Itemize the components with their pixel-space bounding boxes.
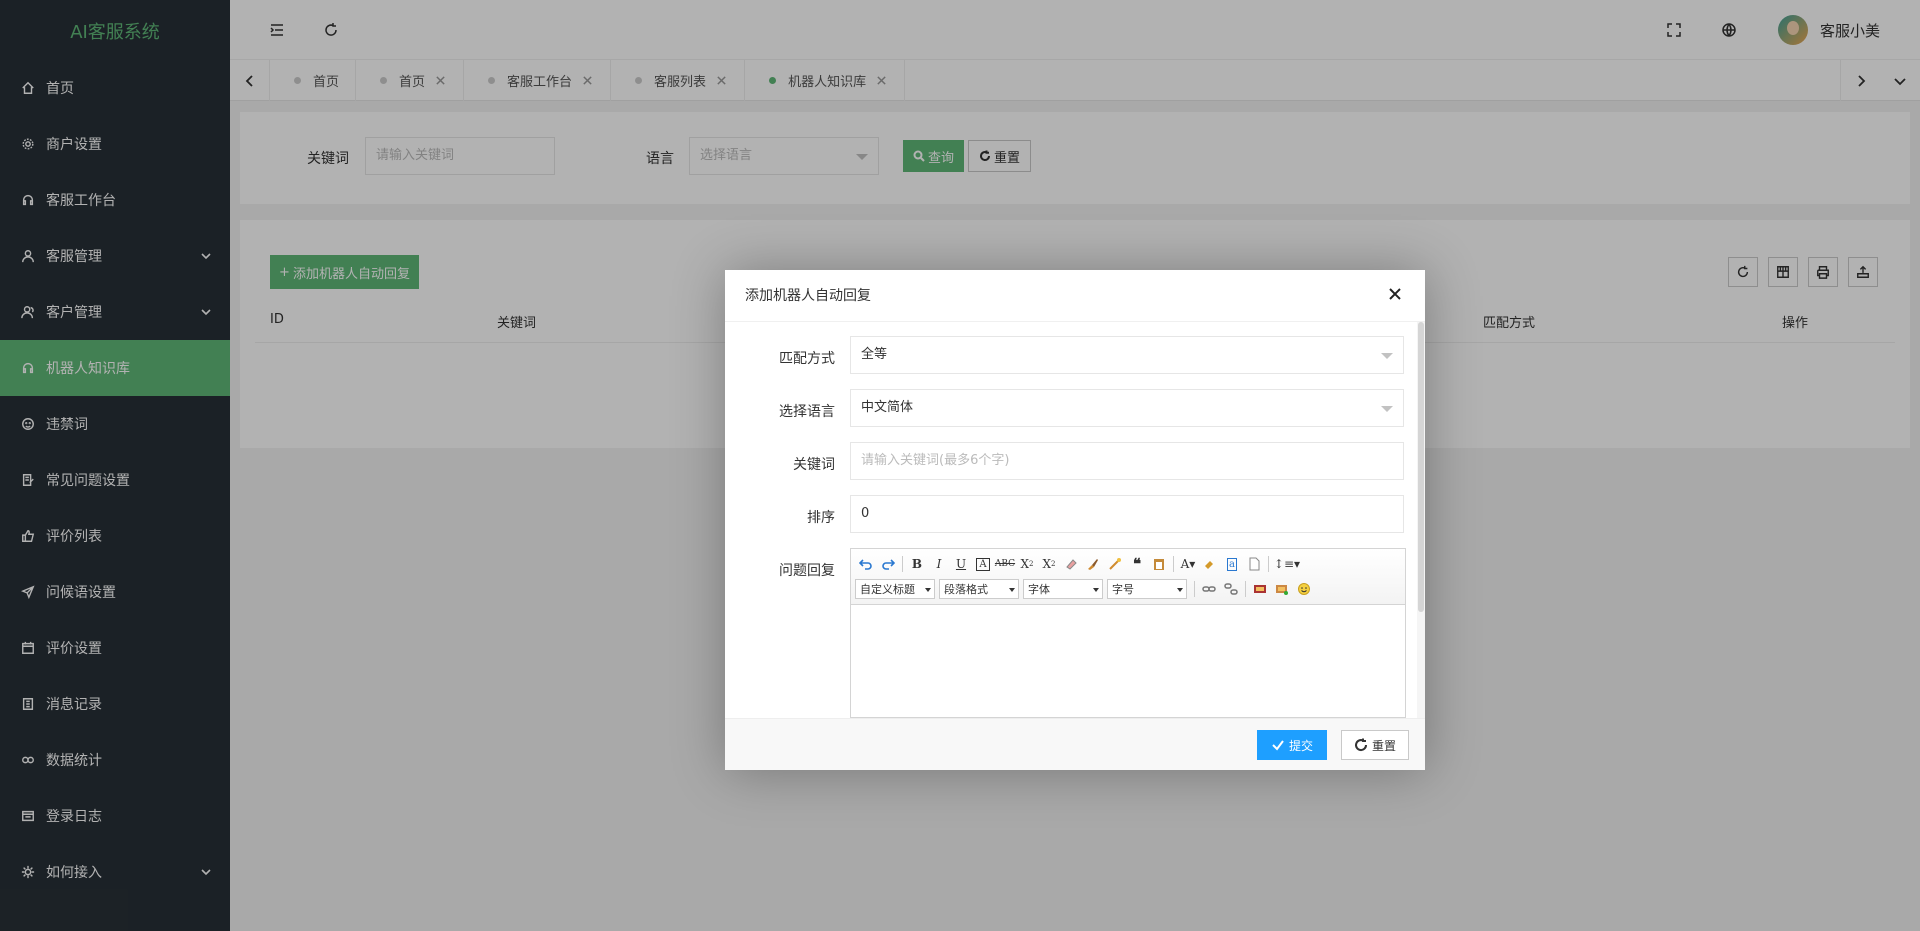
select-all-icon[interactable]: a bbox=[1221, 554, 1243, 574]
editor-toolbar: B I U A ABC X2 X2 ❝ A▾ a ↕≡▾ 自定义标题 段落格式 … bbox=[851, 549, 1405, 605]
editor-toolbar-row-1: B I U A ABC X2 X2 ❝ A▾ a ↕≡▾ bbox=[855, 553, 1302, 575]
modal-title: 添加机器人自动回复 bbox=[725, 270, 1425, 322]
sort-field-label: 排序 bbox=[807, 510, 835, 526]
clear-doc-icon[interactable] bbox=[1243, 554, 1265, 574]
caret-down-icon bbox=[1381, 353, 1393, 359]
font-family-dropdown[interactable]: 字体 bbox=[1023, 579, 1103, 599]
language-value: 中文简体 bbox=[861, 400, 914, 415]
strikethrough-icon[interactable]: ABC bbox=[994, 554, 1016, 574]
toolbar-separator bbox=[1245, 581, 1246, 597]
toolbar-separator bbox=[902, 556, 903, 572]
submit-button-label: 提交 bbox=[1288, 738, 1313, 753]
paragraph-dropdown[interactable]: 段落格式 bbox=[939, 579, 1019, 599]
rich-text-editor: B I U A ABC X2 X2 ❝ A▾ a ↕≡▾ 自定义标题 段落格式 … bbox=[850, 548, 1406, 718]
format-brush-icon[interactable] bbox=[1082, 554, 1104, 574]
undo-icon[interactable] bbox=[855, 554, 877, 574]
eraser-icon[interactable] bbox=[1060, 554, 1082, 574]
auto-format-icon[interactable] bbox=[1104, 554, 1126, 574]
close-icon[interactable] bbox=[1387, 286, 1405, 304]
modal-footer: 提交 重置 bbox=[725, 718, 1425, 770]
font-border-icon[interactable]: A bbox=[972, 554, 994, 574]
paste-text-icon[interactable] bbox=[1148, 554, 1170, 574]
keyword-field-label: 关键词 bbox=[793, 457, 835, 473]
multi-image-icon[interactable] bbox=[1271, 579, 1293, 599]
blockquote-icon[interactable]: ❝ bbox=[1126, 554, 1148, 574]
language-select-label: 选择语言 bbox=[779, 404, 835, 420]
sort-field[interactable]: 0 bbox=[850, 495, 1404, 533]
size-dropdown-label: 字号 bbox=[1112, 583, 1134, 596]
keyword-field[interactable]: 请输入关键词(最多6个字) bbox=[850, 442, 1404, 480]
italic-icon[interactable]: I bbox=[928, 554, 950, 574]
line-height-icon[interactable]: ↕≡▾ bbox=[1272, 554, 1302, 574]
match-type-value: 全等 bbox=[861, 347, 888, 362]
match-type-select[interactable]: 全等 bbox=[850, 336, 1404, 374]
link-icon[interactable] bbox=[1198, 579, 1220, 599]
emoji-icon[interactable] bbox=[1293, 579, 1315, 599]
refresh-icon bbox=[1355, 738, 1367, 752]
scrollbar-thumb[interactable] bbox=[1418, 322, 1424, 612]
superscript-icon[interactable]: X2 bbox=[1016, 554, 1038, 574]
toolbar-separator bbox=[1173, 556, 1174, 572]
modal-reset-button[interactable]: 重置 bbox=[1341, 730, 1409, 760]
toolbar-separator bbox=[1268, 556, 1269, 572]
font-size-dropdown[interactable]: 字号 bbox=[1107, 579, 1187, 599]
modal-scrollbar[interactable] bbox=[1417, 322, 1425, 718]
submit-button[interactable]: 提交 bbox=[1257, 730, 1327, 760]
add-robot-reply-modal: 添加机器人自动回复 匹配方式 全等 选择语言 中文简体 关键词 请输入关键词(最… bbox=[725, 270, 1425, 770]
redo-icon[interactable] bbox=[877, 554, 899, 574]
underline-icon[interactable]: U bbox=[950, 554, 972, 574]
reply-field-label: 问题回复 bbox=[779, 563, 835, 579]
heading-dropdown-label: 自定义标题 bbox=[860, 583, 915, 596]
check-icon bbox=[1272, 740, 1284, 751]
subscript-icon[interactable]: X2 bbox=[1038, 554, 1060, 574]
font-dropdown-label: 字体 bbox=[1028, 583, 1050, 596]
editor-content-area[interactable] bbox=[851, 605, 1405, 717]
match-type-label: 匹配方式 bbox=[779, 351, 835, 367]
caret-down-icon bbox=[1381, 406, 1393, 412]
editor-toolbar-row-2: 自定义标题 段落格式 字体 字号 bbox=[855, 578, 1315, 600]
unlink-icon[interactable] bbox=[1220, 579, 1242, 599]
toolbar-separator bbox=[1194, 581, 1195, 597]
paragraph-dropdown-label: 段落格式 bbox=[944, 583, 988, 596]
modal-reset-button-label: 重置 bbox=[1371, 738, 1396, 753]
heading-dropdown[interactable]: 自定义标题 bbox=[855, 579, 935, 599]
highlight-color-icon[interactable] bbox=[1199, 554, 1221, 574]
modal-body: 匹配方式 全等 选择语言 中文简体 关键词 请输入关键词(最多6个字) 排序 0… bbox=[725, 322, 1425, 718]
language-select-field[interactable]: 中文简体 bbox=[850, 389, 1404, 427]
font-color-icon[interactable]: A▾ bbox=[1177, 554, 1199, 574]
image-icon[interactable] bbox=[1249, 579, 1271, 599]
bold-icon[interactable]: B bbox=[906, 554, 928, 574]
